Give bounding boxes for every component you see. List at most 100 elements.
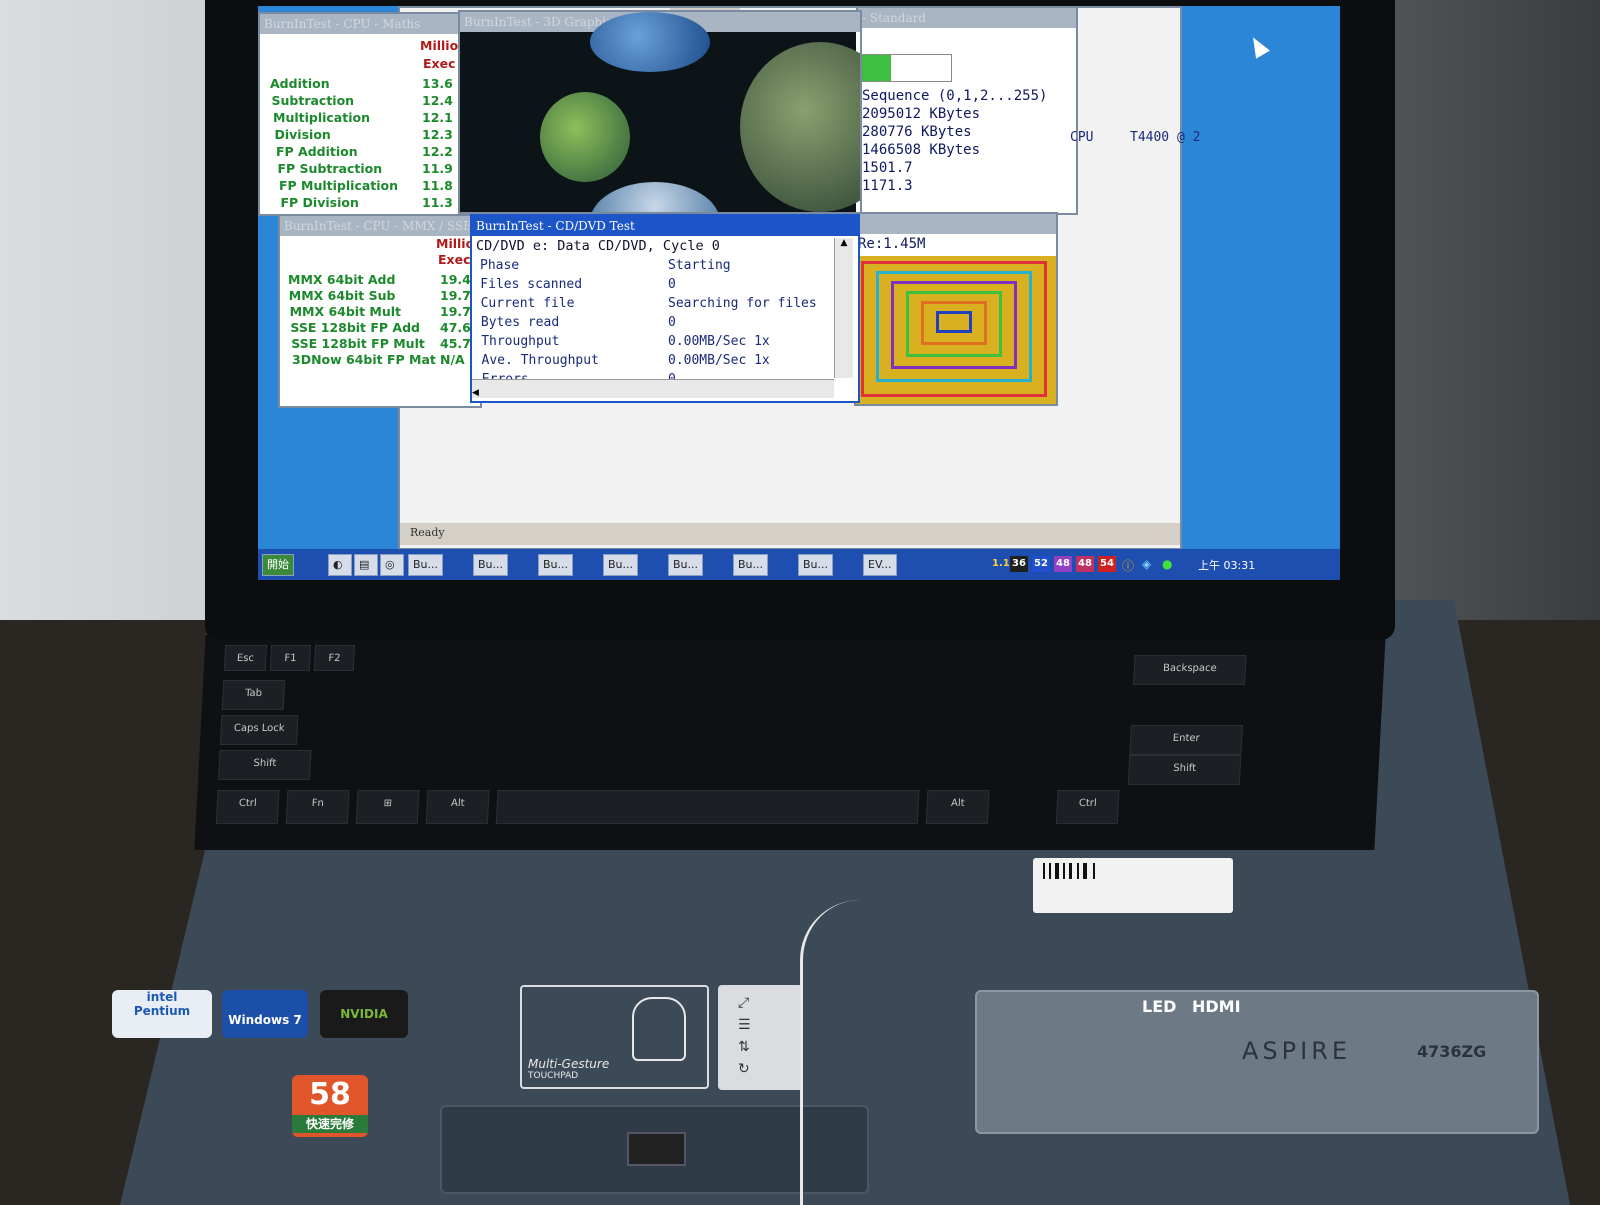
network-tray-icon[interactable]: ◈ <box>1142 557 1151 571</box>
standard-line: 1466508 KBytes <box>862 142 981 158</box>
screen: Ready ▁ ▢ ✕ - Standard Sequence (0,1,2..… <box>258 6 1340 580</box>
windows-7-sticker: Windows 7 <box>222 990 308 1038</box>
taskbar-task-button[interactable]: EV... <box>863 554 897 576</box>
keyboard: Esc F1 F2 Tab Caps Lock Shift Ctrl Fn ⊞ … <box>194 635 1386 850</box>
vertical-scrollbar[interactable]: ▲ <box>834 238 853 378</box>
globe-sphere <box>540 92 630 182</box>
cpu-maths-row-label: Addition <box>270 76 330 91</box>
cpu-maths-row-value: 11.9 <box>422 161 453 176</box>
taskbar-task-button[interactable]: Bu... <box>798 554 834 576</box>
tray-number: 54 <box>1098 556 1116 572</box>
key-fn: Fn <box>285 790 350 824</box>
sticker-58-number: 58 <box>309 1077 351 1112</box>
repair-58-sticker: 58 快速完修 <box>292 1075 368 1137</box>
cpu-mmx-row-value: N/A <box>440 352 465 367</box>
graphics-3d-window[interactable]: BurnInTest - 3D Graphics <box>458 10 862 214</box>
flip-gesture-icon: ⇅ <box>738 1039 750 1055</box>
cd-dvd-title: BurnInTest - CD/DVD Test <box>472 216 858 236</box>
intel-pentium-sticker: intel Pentium <box>112 990 212 1038</box>
cpu-maths-row-label: FP Multiplication <box>279 178 399 193</box>
key-f1: F1 <box>269 645 312 671</box>
pattern-square <box>936 311 972 333</box>
scroll-up-icon[interactable]: ▲ <box>835 238 853 248</box>
cd-dvd-row-label: Bytes read <box>480 315 560 330</box>
fingerprint-reader <box>627 1132 686 1166</box>
key-f2: F2 <box>313 645 356 671</box>
taskbar-task-button[interactable]: Bu... <box>603 554 639 576</box>
status-tray-icon[interactable]: ● <box>1162 557 1172 571</box>
aspire-model: ASPIRE <box>1242 1037 1352 1065</box>
key-windows: ⊞ <box>355 790 420 824</box>
squares-render <box>856 256 1056 404</box>
barcode-bar <box>1055 863 1059 879</box>
tray-number: 52 <box>1032 556 1050 572</box>
nvidia-sticker: NVIDIA <box>320 990 408 1038</box>
taskbar-task-button[interactable]: Bu... <box>408 554 444 576</box>
cpu-maths-row-value: 13.6 <box>422 76 453 91</box>
quick-launch-icon[interactable]: ▤ <box>354 554 378 576</box>
clock[interactable]: 上午 03:31 <box>1198 557 1255 573</box>
key-alt-right: Alt <box>925 790 990 824</box>
multi-gesture-sticker: Multi-Gesture TOUCHPAD <box>520 985 709 1089</box>
cpu-maths-header: Millio <box>420 38 459 53</box>
hand-gesture-icon <box>632 997 686 1061</box>
hdmi-badge: HDMI <box>1192 997 1241 1016</box>
taskbar-task-button[interactable]: Bu... <box>668 554 704 576</box>
key-ctrl-right: Ctrl <box>1055 790 1120 824</box>
barcode-bar <box>1093 863 1095 879</box>
start-button[interactable]: 開始 <box>262 554 294 576</box>
zoom-gesture-icon: ⤢ <box>738 995 750 1011</box>
pentium-label: Pentium <box>133 1004 191 1018</box>
key-caps-lock: Caps Lock <box>219 715 299 745</box>
cpu-maths-row-value: 11.8 <box>422 178 453 193</box>
video-window[interactable]: Re:1.45M <box>854 212 1058 406</box>
key-esc: Esc <box>223 645 268 671</box>
standard-window[interactable]: - Standard Sequence (0,1,2...255) 209501… <box>856 6 1078 215</box>
cpu-maths-row-value: 12.2 <box>422 144 453 159</box>
standard-line: 2095012 KBytes <box>862 106 981 122</box>
cd-dvd-row-value: 0 <box>668 315 676 330</box>
cpu-maths-row-label: Multiplication <box>273 110 370 125</box>
standard-line: 1171.3 <box>862 178 913 194</box>
cpu-maths-row-label: FP Subtraction <box>277 161 383 176</box>
cd-dvd-row-value: 0.00MB/Sec 1x <box>668 353 770 368</box>
touchpad-label: TOUCHPAD <box>528 1071 579 1081</box>
cpu-mmx-row-value: 47.6 <box>440 320 471 335</box>
cpu-maths-row-value: 12.4 <box>422 93 453 108</box>
info-tray-icon[interactable]: ⓘ <box>1122 557 1134 574</box>
taskbar-task-button[interactable]: Bu... <box>538 554 574 576</box>
tray-number: 36 <box>1010 556 1028 572</box>
cd-dvd-row-value: 0 <box>668 277 676 292</box>
key-tab: Tab <box>221 680 286 710</box>
gesture-label: Multi-Gesture <box>528 1057 610 1071</box>
gesture-icons-panel: ⤢ ☰ ⇅ ↻ <box>718 985 803 1090</box>
cpu-mmx-row-label: 3DNow 64bit FP Mat <box>292 352 436 367</box>
cd-dvd-window[interactable]: BurnInTest - CD/DVD Test CD/DVD e: Data … <box>470 214 860 403</box>
cpu-maths-row-label: Subtraction <box>271 93 355 108</box>
taskbar-task-button[interactable]: Bu... <box>473 554 509 576</box>
aspire-model-number: 4736ZG <box>1417 1042 1487 1061</box>
barcode-bar <box>1069 863 1072 879</box>
key-shift-left: Shift <box>218 750 312 780</box>
cd-dvd-row-label: Ave. Throughput <box>481 353 599 368</box>
horizontal-scrollbar[interactable]: ◀ <box>472 379 834 398</box>
standard-line: Sequence (0,1,2...255) <box>862 88 1048 104</box>
cpu-maths-window[interactable]: BurnInTest - CPU - Maths Millio Exec Add… <box>258 12 462 216</box>
globe-sphere <box>590 182 720 212</box>
cpu-maths-header: Exec <box>423 56 456 71</box>
cpu-label: CPU <box>1070 130 1094 145</box>
cd-dvd-row-label: Files scanned <box>480 277 583 292</box>
taskbar-task-button[interactable]: Bu... <box>733 554 769 576</box>
cd-dvd-row-value: Starting <box>668 258 731 273</box>
cpu-maths-row-value: 12.1 <box>422 110 453 125</box>
cpu-mmx-row-label: MMX 64bit Mult <box>289 304 402 319</box>
scroll-left-icon[interactable]: ◀ <box>472 388 479 398</box>
quick-launch-icon[interactable]: ◎ <box>380 554 404 576</box>
cpu-mmx-title: BurnInTest - CPU - MMX / SSE <box>280 216 480 236</box>
key-backspace: Backspace <box>1133 655 1247 685</box>
key-enter: Enter <box>1129 725 1243 755</box>
cpu-mmx-window[interactable]: BurnInTest - CPU - MMX / SSE Millio Exec… <box>278 214 482 408</box>
key-ctrl-left: Ctrl <box>215 790 280 824</box>
key-shift-right: Shift <box>1127 755 1242 785</box>
quick-launch-icon[interactable]: ◐ <box>328 554 352 576</box>
